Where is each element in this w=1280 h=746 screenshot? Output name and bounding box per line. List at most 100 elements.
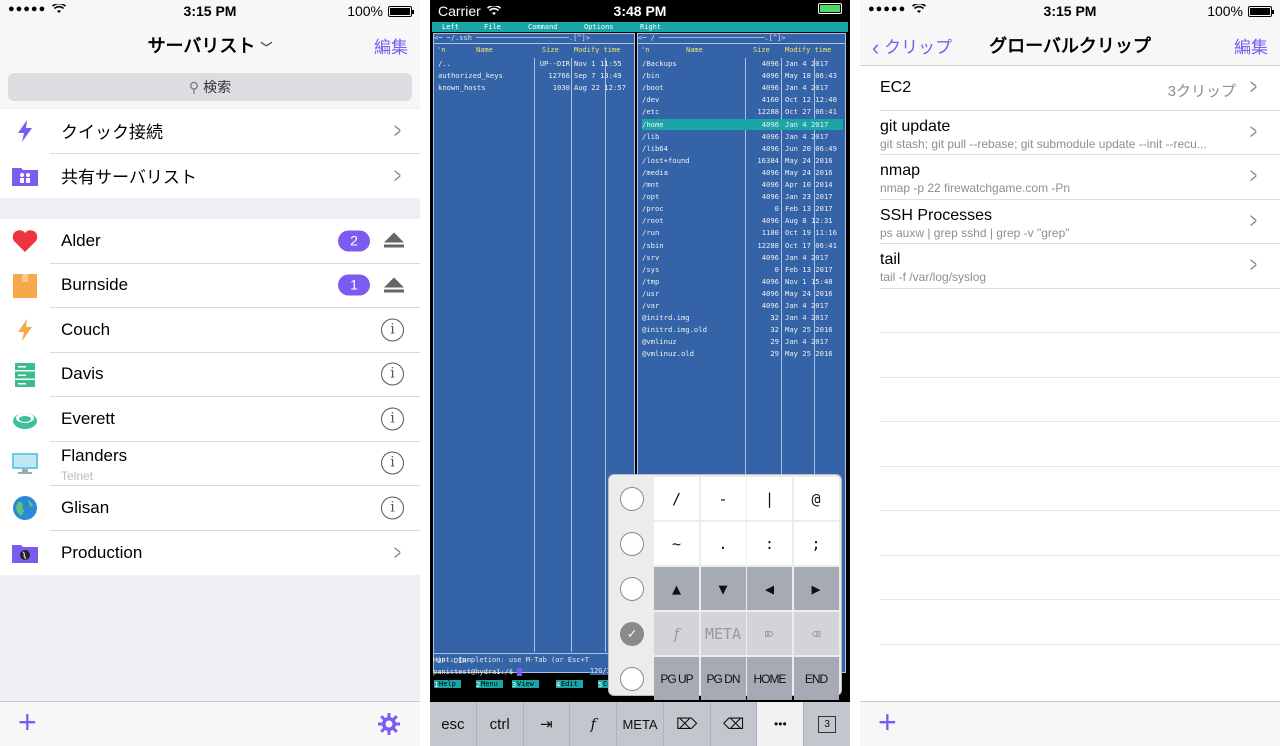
file-row[interactable]: /etc 12288 Oct 27 06:41 <box>642 106 843 117</box>
file-row[interactable]: /home 4096 Jan 4 2017 <box>642 118 843 130</box>
info-icon[interactable]: i <box>381 318 404 342</box>
settings-gear-icon[interactable] <box>378 713 400 735</box>
file-row[interactable]: /sbin 12288 Oct 17 06:41 <box>642 240 843 251</box>
search-field[interactable]: ⚲ 検索 <box>8 73 412 101</box>
server-item-burnside[interactable]: Burnside 1 <box>0 264 420 308</box>
server-item-davis[interactable]: Davis i <box>0 353 420 397</box>
file-row[interactable]: /bin 4096 May 18 06:43 <box>642 70 843 81</box>
list-item-shared-server-list[interactable]: 共有サーバリスト > <box>0 154 420 199</box>
sessions-button[interactable]: 3 <box>804 702 850 746</box>
server-item-production[interactable]: Production > <box>0 531 420 576</box>
terminal-view[interactable]: Left File Command Options Right <─ ~/.ss… <box>432 22 848 702</box>
period-key[interactable]: . <box>700 522 746 565</box>
server-item-alder[interactable]: Alder 2 <box>0 219 420 264</box>
arrow-left-key[interactable]: ◀ <box>747 567 792 610</box>
tab-key[interactable]: ⇥ <box>524 702 571 746</box>
arrow-down-key[interactable]: ▼ <box>700 567 746 610</box>
clip-item[interactable]: nmap nmap -p 22 firewatchgame.com -Pn > <box>880 155 1280 200</box>
arrow-right-key[interactable]: ▶ <box>793 567 839 610</box>
file-row[interactable]: /var 4096 Jan 4 2017 <box>642 300 843 311</box>
list-item-quick-connect[interactable]: クイック接続 > <box>0 109 420 154</box>
info-icon[interactable]: i <box>381 407 404 431</box>
file-row[interactable]: /run 1180 Oct 19 11:16 <box>642 227 843 238</box>
semicolon-key[interactable]: ; <box>793 522 839 565</box>
clip-item[interactable]: SSH Processes ps auxw | grep sshd | grep … <box>880 200 1280 244</box>
file-row[interactable]: /srv 4096 Jan 4 2017 <box>642 252 843 263</box>
backspace-key[interactable]: ⌫ <box>711 702 758 746</box>
page-title[interactable]: サーバリスト ﹀ <box>0 32 420 58</box>
fkey-view[interactable]: 3 View <box>512 680 539 689</box>
eject-icon[interactable] <box>384 232 404 249</box>
home-key[interactable]: HOME <box>747 657 792 700</box>
server-item-couch[interactable]: Couch i <box>0 308 420 353</box>
tilde-key[interactable]: ~ <box>654 522 699 565</box>
menu-right[interactable]: Right <box>640 23 661 31</box>
radio-icon[interactable] <box>620 487 644 511</box>
function-key[interactable]: f <box>570 702 618 746</box>
file-row[interactable]: /opt 4096 Jan 23 2017 <box>642 191 843 202</box>
file-row[interactable]: /lib 4096 Jan 4 2017 <box>642 131 843 142</box>
slash-key[interactable]: / <box>654 477 699 520</box>
menu-file[interactable]: File <box>484 23 501 31</box>
server-item-everett[interactable]: Everett i <box>0 397 420 442</box>
menu-options[interactable]: Options <box>584 23 614 31</box>
file-row[interactable]: @initrd.img 32 Jan 4 2017 <box>642 312 843 323</box>
ctrl-key[interactable]: ctrl <box>477 702 524 746</box>
left-file-panel[interactable]: <─ ~/.ssh ──────────────────────.[^]> 'n… <box>433 33 635 675</box>
esc-key[interactable]: esc <box>430 702 477 746</box>
clip-item[interactable]: tail tail -f /var/log/syslog > <box>880 244 1280 289</box>
menu-command[interactable]: Command <box>528 23 558 31</box>
edit-button[interactable]: 編集 <box>374 33 408 58</box>
eject-icon[interactable] <box>384 277 404 293</box>
file-row[interactable]: /lost+found 16384 May 24 2016 <box>642 155 843 166</box>
page-up-key[interactable]: PG UP <box>654 657 699 700</box>
checked-radio-icon[interactable]: ✓ <box>620 622 644 646</box>
arrow-up-key[interactable]: ▲ <box>654 567 699 610</box>
radio-icon[interactable] <box>620 577 644 601</box>
file-row[interactable]: /dev 4160 Oct 12 12:40 <box>642 94 843 105</box>
add-server-button[interactable]: + <box>18 704 37 741</box>
end-key[interactable]: END <box>793 657 839 700</box>
pipe-key[interactable]: | <box>747 477 792 520</box>
function-key[interactable]: f <box>654 612 699 655</box>
edit-button[interactable]: 編集 <box>1234 33 1268 58</box>
backspace-key[interactable]: ⌫ <box>793 612 839 655</box>
fkey-menu[interactable]: 2 Menu <box>476 680 503 689</box>
file-row[interactable]: /Backups 4096 Jan 4 2017 <box>642 58 843 69</box>
more-keys-button[interactable]: ••• <box>757 702 805 746</box>
fkey-help[interactable]: 1 Help <box>434 680 461 689</box>
file-row[interactable]: /boot 4096 Jan 4 2017 <box>642 82 843 93</box>
file-row[interactable]: @vmlinuz.old 29 May 25 2016 <box>642 348 843 359</box>
file-row[interactable]: authorized_keys 12766 Sep 7 13:49 <box>438 70 632 81</box>
info-icon[interactable]: i <box>381 451 404 475</box>
page-down-key[interactable]: PG DN <box>700 657 746 700</box>
server-item-flanders[interactable]: Flanders Telnet i <box>0 442 420 486</box>
menu-left[interactable]: Left <box>442 23 459 31</box>
file-row[interactable]: /sys 0 Feb 13 2017 <box>642 264 843 275</box>
file-row[interactable]: @vmlinuz 29 Jan 4 2017 <box>642 336 843 347</box>
shell-prompt[interactable]: panictest@hydra1:/$ <box>433 668 523 676</box>
file-row[interactable]: /tmp 4096 Nov 1 15:48 <box>642 276 843 287</box>
file-row[interactable]: @initrd.img.old 32 May 25 2016 <box>642 324 843 335</box>
file-row[interactable]: /media 4096 May 24 2016 <box>642 167 843 178</box>
forward-delete-key[interactable]: ⌦ <box>664 702 711 746</box>
file-row[interactable]: known_hosts 1030 Aug 22 12:57 <box>438 82 632 93</box>
at-key[interactable]: @ <box>793 477 839 520</box>
meta-key[interactable]: META <box>617 702 664 746</box>
clip-item[interactable]: git update git stash; git pull --rebase; … <box>880 111 1280 155</box>
colon-key[interactable]: : <box>747 522 792 565</box>
file-row[interactable]: /usr 4096 May 24 2016 <box>642 288 843 299</box>
file-row[interactable]: /mnt 4096 Apr 10 2014 <box>642 179 843 190</box>
add-clip-button[interactable]: + <box>878 704 897 741</box>
meta-key[interactable]: META <box>700 612 746 655</box>
clip-group-ec2[interactable]: EC2 3クリップ > <box>880 66 1280 111</box>
dash-key[interactable]: - <box>700 477 746 520</box>
file-row[interactable]: /proc 0 Feb 13 2017 <box>642 203 843 214</box>
fkey-edit[interactable]: 4 Edit <box>556 680 583 689</box>
file-row[interactable]: /lib64 4096 Jun 20 06:49 <box>642 143 843 154</box>
forward-delete-key[interactable]: ⌦ <box>747 612 792 655</box>
server-item-glisan[interactable]: Glisan i <box>0 486 420 531</box>
radio-icon[interactable] <box>620 667 644 691</box>
info-icon[interactable]: i <box>381 496 404 520</box>
file-row[interactable]: /.. UP--DIR Nov 1 11:55 <box>438 58 632 69</box>
